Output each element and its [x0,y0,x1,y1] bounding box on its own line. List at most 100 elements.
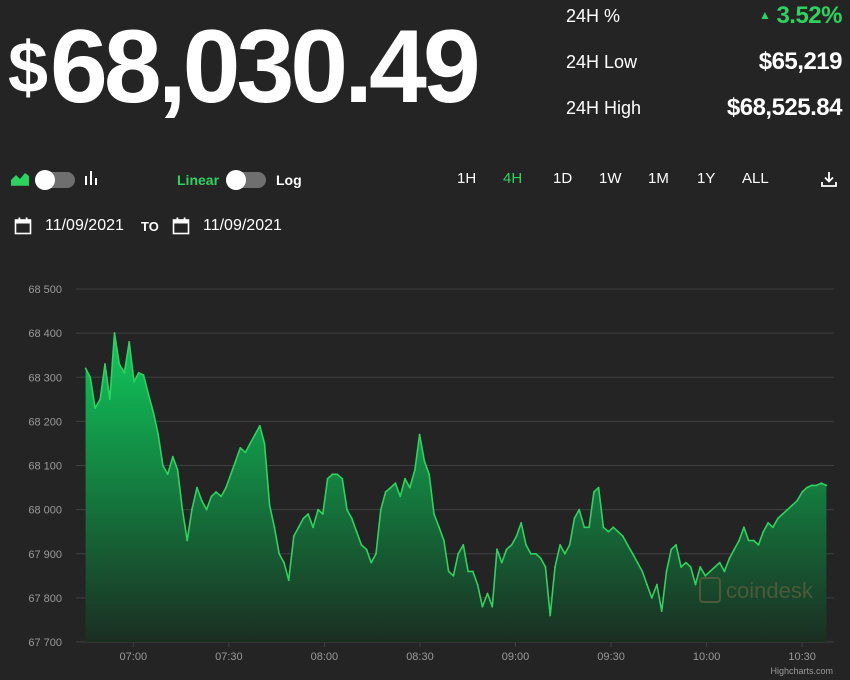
data-point [631,552,634,555]
data-point [220,495,223,498]
data-point [118,363,121,365]
data-point [331,473,334,476]
data-point [723,570,726,573]
data-point [302,517,305,520]
data-point [341,477,344,480]
stat-24h-high-label: 24H High [566,98,642,118]
data-point [476,583,479,586]
log-scale-label[interactable]: Log [276,172,302,188]
range-1w-button[interactable]: 1W [599,170,622,187]
data-point [583,526,586,529]
data-point [355,530,358,533]
data-point [738,539,740,542]
data-point [365,548,368,551]
data-point [747,539,750,542]
area-series [84,332,828,642]
data-point [205,508,208,511]
y-tick-label: 67 900 [28,549,62,561]
y-tick-label: 67 800 [28,593,62,605]
data-point [249,442,252,445]
price-value: 68,030.49 [50,9,481,125]
data-point [621,535,624,537]
data-point [162,464,164,467]
data-point [777,517,779,520]
data-point [733,548,736,551]
scale-toggle[interactable] [226,170,266,190]
data-point [626,544,629,546]
data-point [336,473,339,476]
linear-scale-label[interactable]: Linear [177,172,219,188]
data-point [360,544,363,546]
data-point [196,486,198,489]
data-point [268,504,271,507]
data-point [709,570,711,573]
range-1d-button[interactable]: 1D [553,170,572,187]
data-point [443,539,445,542]
area-chart-icon[interactable] [10,170,30,186]
data-point [641,570,644,573]
data-point [704,574,707,577]
data-point [225,486,227,489]
range-1h-button[interactable]: 1H [457,170,476,187]
data-point [660,610,663,612]
data-point [457,552,460,555]
data-point [588,526,590,529]
data-point [539,557,542,560]
data-point [597,486,600,489]
currency-symbol: $ [8,28,49,108]
data-point [772,526,774,529]
data-point [157,433,160,436]
data-point [423,460,426,462]
data-point [312,526,314,529]
range-all-button[interactable]: ALL [742,170,769,187]
data-point [529,552,532,555]
data-point [166,473,169,476]
toggle-knob [35,170,55,190]
data-point [471,570,474,573]
data-point [767,522,769,524]
y-tick-label: 68 100 [28,461,62,473]
y-tick-label: 68 400 [28,328,62,340]
data-point [607,530,610,533]
data-point [191,508,193,511]
data-point [675,544,677,546]
candlestick-icon[interactable] [84,169,98,187]
data-point [670,548,673,551]
data-point [510,544,513,546]
data-point [665,570,668,573]
x-tick-label: 09:30 [597,651,625,663]
data-point [752,539,755,542]
data-point [379,508,382,511]
data-point [602,526,605,529]
data-point [544,566,547,568]
download-icon[interactable] [820,170,838,188]
data-point [462,544,465,546]
data-point [89,376,92,379]
data-point [564,552,566,555]
data-point [491,605,494,608]
data-point [825,484,828,487]
date-to-input[interactable]: 11/09/2021 [203,217,282,235]
data-point [573,517,576,520]
data-point [428,473,431,476]
range-1m-button[interactable]: 1M [648,170,669,187]
data-point [656,583,658,586]
date-from-input[interactable]: 11/09/2021 [45,217,124,235]
data-point [680,566,682,568]
y-tick-label: 68 200 [28,416,62,428]
highcharts-credit[interactable]: Highcharts.com [770,666,833,676]
data-point [414,469,416,471]
data-point [447,570,450,573]
chart-type-toggle[interactable] [35,170,75,190]
data-point [549,614,552,617]
calendar-icon[interactable] [172,217,190,235]
data-point [617,530,619,533]
price-chart: coindesk 67 70067 80067 90068 00068 1006… [28,284,834,676]
data-point [535,552,537,555]
calendar-icon[interactable] [14,217,32,235]
data-point [273,526,276,529]
data-point [234,460,237,462]
range-4h-button[interactable]: 4H [503,170,522,187]
range-1y-button[interactable]: 1Y [697,170,715,187]
data-point [728,557,731,560]
